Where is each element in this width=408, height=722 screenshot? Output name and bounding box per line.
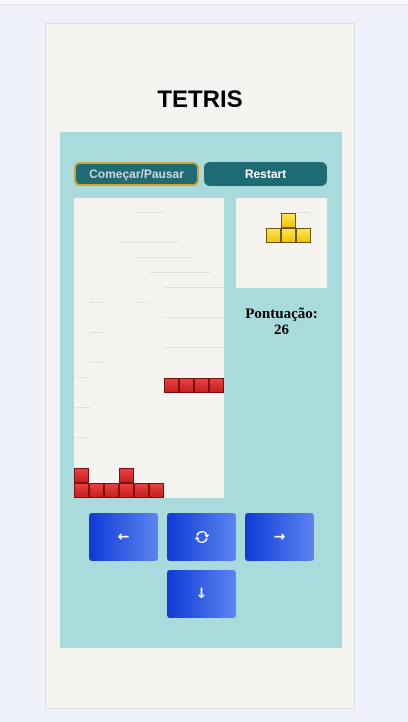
- board-block: [89, 483, 104, 498]
- board-block: [209, 378, 224, 393]
- arrow-right-icon: →: [273, 529, 286, 545]
- game-card: TETRIS Começar/Pausar Restart Pontuação:…: [45, 23, 355, 709]
- board-block: [119, 483, 134, 498]
- page-title: TETRIS: [157, 86, 243, 113]
- board-block: [74, 483, 89, 498]
- board-block: [164, 378, 179, 393]
- game-board: [74, 198, 224, 498]
- board-block: [74, 468, 89, 483]
- start-pause-button[interactable]: Começar/Pausar: [74, 162, 199, 186]
- board-block: [134, 483, 149, 498]
- arrow-left-icon: ←: [117, 529, 130, 545]
- move-left-button[interactable]: ←: [89, 513, 158, 561]
- arrow-down-icon: ↓: [195, 586, 208, 602]
- score-label: Pontuação:: [245, 306, 318, 322]
- next-piece-preview: [236, 198, 327, 288]
- browser-top-strip: [0, 0, 408, 5]
- next-piece-block: [266, 228, 281, 243]
- score-value: 26: [274, 322, 289, 338]
- board-block: [194, 378, 209, 393]
- restart-button[interactable]: Restart: [204, 162, 327, 186]
- rotate-button[interactable]: [167, 513, 236, 561]
- rotate-icon: [193, 528, 211, 546]
- board-block: [149, 483, 164, 498]
- next-piece-block: [281, 228, 296, 243]
- next-piece-block: [296, 228, 311, 243]
- move-down-button[interactable]: ↓: [167, 570, 236, 618]
- game-panel: Começar/Pausar Restart Pontuação: 26 ← →…: [60, 132, 342, 648]
- score-display: Pontuação: 26: [236, 306, 327, 338]
- board-block: [119, 468, 134, 483]
- next-piece-block: [281, 213, 296, 228]
- board-block: [104, 483, 119, 498]
- board-block: [179, 378, 194, 393]
- move-right-button[interactable]: →: [245, 513, 314, 561]
